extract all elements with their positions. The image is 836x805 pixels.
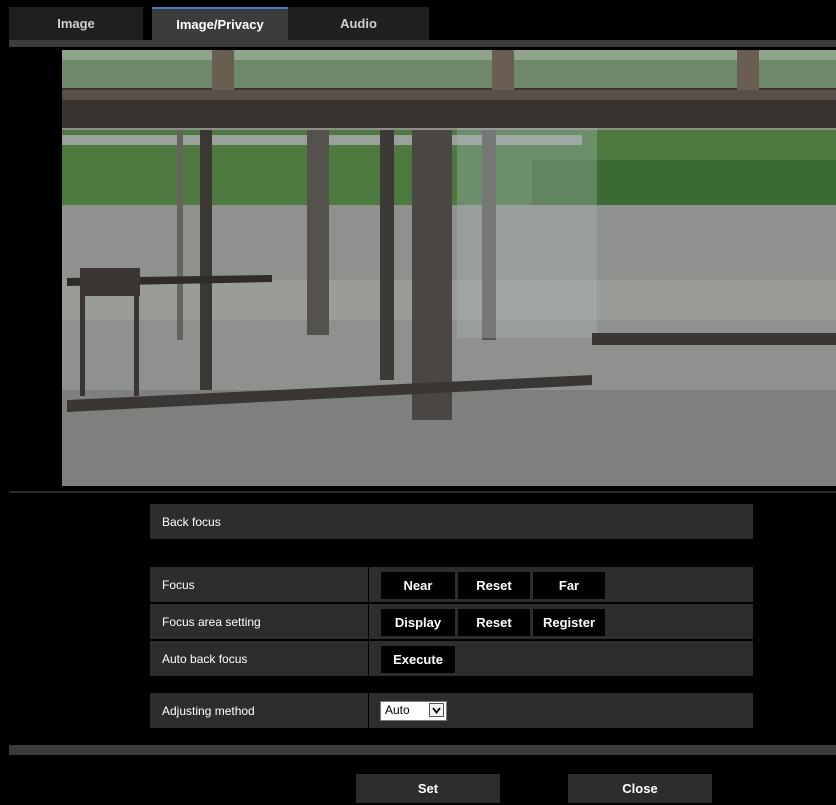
focus-area-label: Focus area setting — [162, 614, 261, 629]
row-divider — [368, 567, 369, 602]
adjusting-method-select[interactable]: Auto — [380, 701, 447, 721]
focus-label: Focus — [162, 577, 195, 592]
focus-far-button[interactable]: Far — [533, 572, 605, 599]
focus-area-reset-button[interactable]: Reset — [458, 609, 530, 636]
adjusting-method-row: Adjusting method Auto — [150, 693, 753, 728]
tab-underline — [9, 40, 836, 47]
settings-window: Image Image/Privacy Audio Back focus Foc… — [9, 7, 836, 805]
chevron-down-icon[interactable] — [429, 703, 444, 717]
adjusting-method-value: Auto — [385, 703, 410, 717]
focus-area-register-button[interactable]: Register — [533, 609, 605, 636]
camera-scene — [62, 50, 836, 486]
camera-area — [9, 47, 836, 489]
row-divider — [368, 693, 369, 728]
tab-image-privacy[interactable]: Image/Privacy — [152, 7, 288, 40]
close-button[interactable]: Close — [568, 774, 712, 803]
focus-row: Focus Near Reset Far — [150, 567, 753, 602]
row-divider — [368, 641, 369, 676]
auto-back-focus-row: Auto back focus Execute — [150, 641, 753, 676]
row-divider — [368, 604, 369, 639]
focus-near-button[interactable]: Near — [381, 572, 455, 599]
footer-divider — [9, 745, 836, 755]
tab-image[interactable]: Image — [9, 7, 143, 40]
focus-reset-button[interactable]: Reset — [458, 572, 530, 599]
focus-area-display-button[interactable]: Display — [381, 609, 455, 636]
set-button[interactable]: Set — [356, 774, 500, 803]
tab-audio[interactable]: Audio — [288, 7, 429, 40]
focus-area-row: Focus area setting Display Reset Registe… — [150, 604, 753, 639]
execute-button[interactable]: Execute — [381, 646, 455, 673]
back-focus-header: Back focus — [150, 504, 753, 539]
back-focus-title: Back focus — [162, 514, 221, 529]
auto-back-focus-label: Auto back focus — [162, 651, 248, 666]
camera-preview-image[interactable] — [62, 50, 836, 486]
divider — [9, 491, 836, 493]
tab-bar: Image Image/Privacy Audio — [9, 7, 836, 40]
adjusting-method-label: Adjusting method — [162, 703, 255, 718]
